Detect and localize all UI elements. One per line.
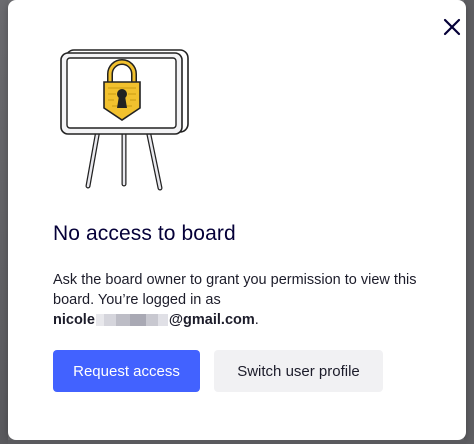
email-domain: @gmail.com xyxy=(168,312,255,328)
locked-board-icon xyxy=(60,49,189,191)
permission-message: Ask the board owner to grant you permiss… xyxy=(53,272,417,308)
email-prefix: nicole xyxy=(53,312,95,328)
email-trailing-period: . xyxy=(254,312,259,328)
email-redaction xyxy=(95,314,168,327)
user-email: nicole @gmail.com xyxy=(53,312,255,328)
background-overlay-left xyxy=(0,0,8,444)
request-access-button[interactable]: Request access xyxy=(53,350,200,392)
no-access-dialog: No access to board Ask the board owner t… xyxy=(8,0,466,440)
switch-user-profile-button[interactable]: Switch user profile xyxy=(214,350,383,392)
close-icon xyxy=(443,18,461,36)
locked-board-illustration xyxy=(52,44,192,196)
close-button[interactable] xyxy=(439,14,465,40)
dialog-message: Ask the board owner to grant you permiss… xyxy=(53,270,433,330)
background-overlay-bottom xyxy=(8,440,466,444)
dialog-title: No access to board xyxy=(53,222,236,245)
